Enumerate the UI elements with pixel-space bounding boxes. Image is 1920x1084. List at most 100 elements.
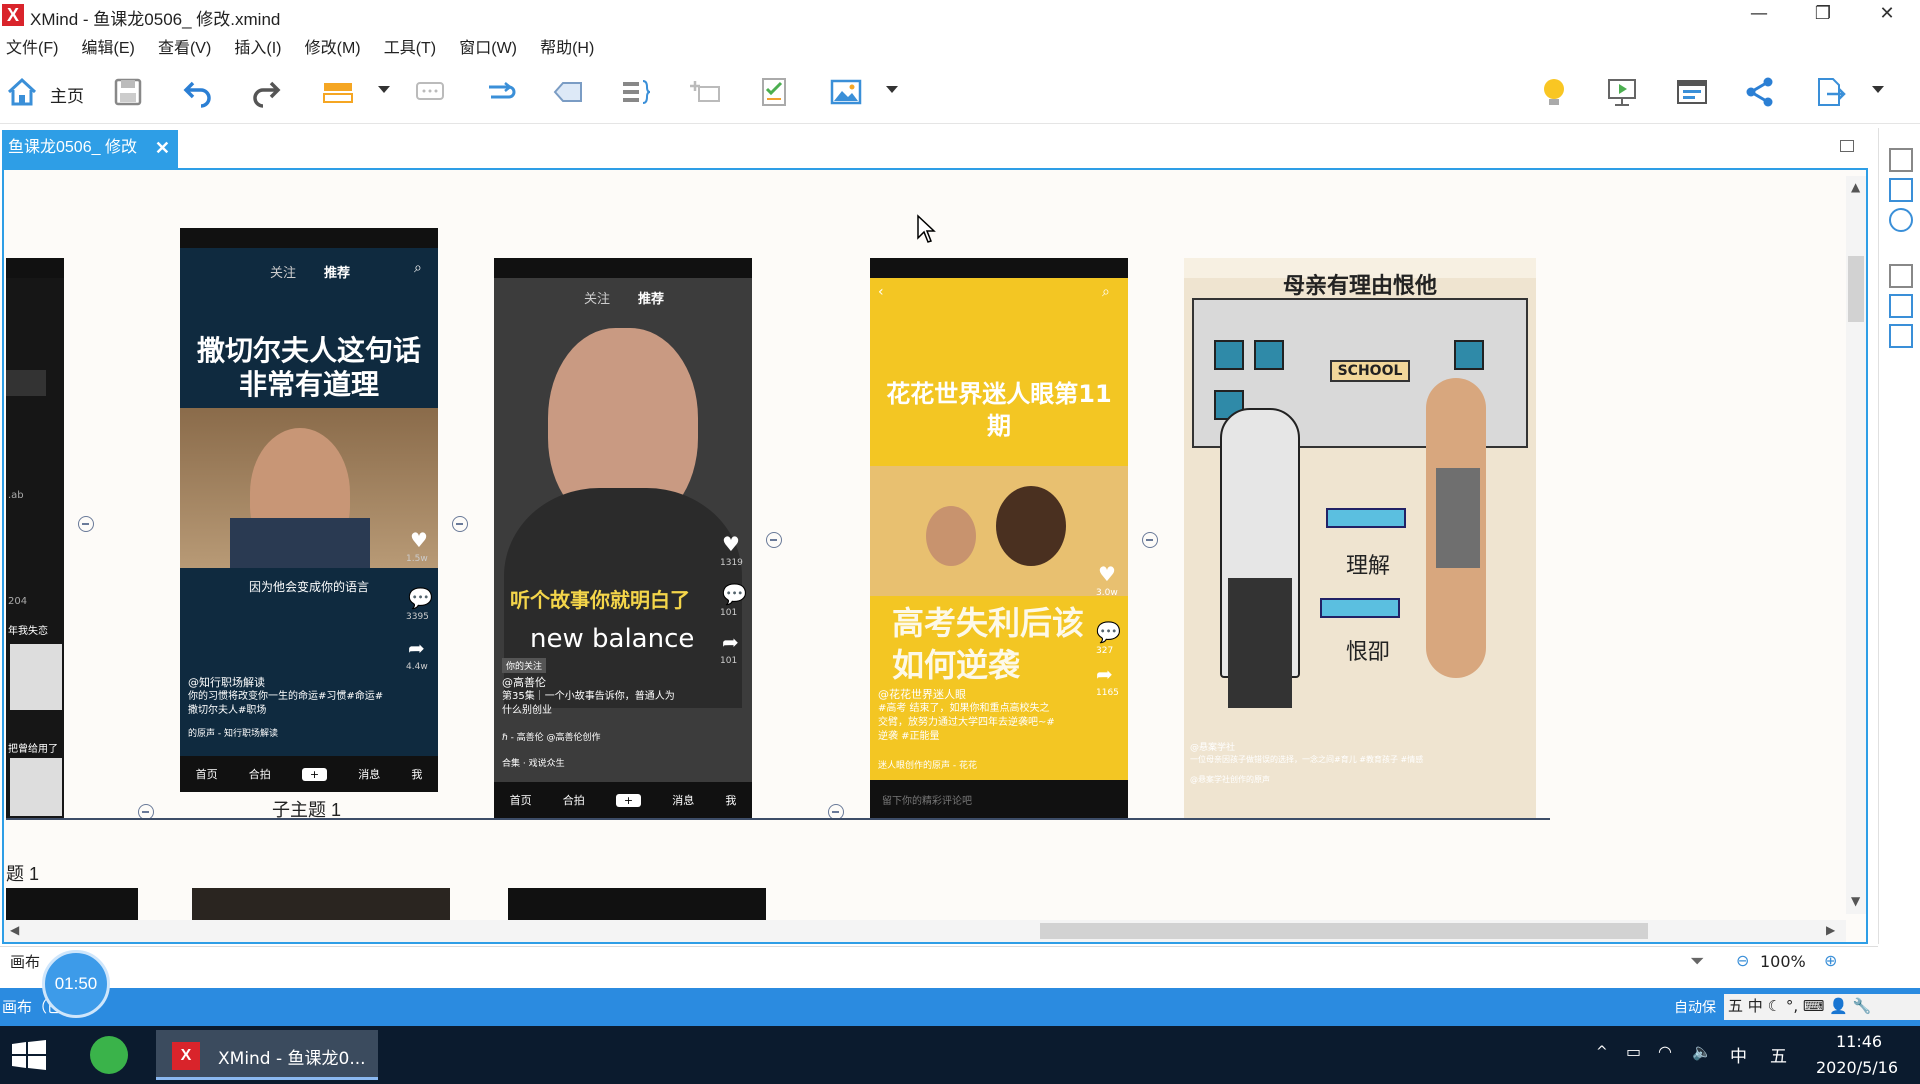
- boundary-icon[interactable]: [548, 72, 588, 112]
- share-arrow-icon[interactable]: ➦: [1096, 662, 1113, 686]
- horizontal-scrollbar[interactable]: ◀ ▶: [4, 920, 1846, 942]
- menu-insert[interactable]: 插入(I): [234, 32, 281, 58]
- zoom-level[interactable]: 100%: [1760, 952, 1806, 971]
- ime-punct-icon[interactable]: °,: [1786, 997, 1798, 1015]
- menu-window[interactable]: 窗口(W): [459, 32, 517, 58]
- clock-date[interactable]: 2020/5/16: [1816, 1058, 1898, 1077]
- image-icon[interactable]: [826, 72, 866, 112]
- ime-indicator[interactable]: 中: [1730, 1042, 1747, 1067]
- volume-icon[interactable]: 🔈: [1692, 1042, 1712, 1061]
- topic-icon[interactable]: [318, 72, 358, 112]
- outline-panel-icon[interactable]: [1889, 178, 1913, 202]
- ime-toolbar[interactable]: 五 中 ☾ °, ⌨ 👤 🔧: [1724, 994, 1920, 1020]
- relationship-icon[interactable]: [480, 72, 520, 112]
- redo-icon[interactable]: [246, 72, 286, 112]
- battery-icon[interactable]: ▭: [1626, 1042, 1641, 1061]
- nav-me[interactable]: 我: [725, 792, 736, 808]
- nav-duet[interactable]: 合拍: [249, 766, 271, 782]
- restore-button[interactable]: ❐: [1800, 0, 1846, 30]
- ime-moon-icon[interactable]: ☾: [1768, 997, 1781, 1015]
- windows-start-icon[interactable]: [12, 1040, 46, 1074]
- network-icon[interactable]: ◠: [1658, 1042, 1672, 1061]
- nav-messages[interactable]: 消息: [358, 766, 380, 782]
- nav-duet[interactable]: 合拍: [563, 792, 585, 808]
- scroll-left-icon[interactable]: ◀: [10, 923, 19, 937]
- maximize-editor-icon[interactable]: [1840, 140, 1854, 152]
- scroll-up-icon[interactable]: ▲: [1851, 180, 1860, 194]
- share-arrow-icon[interactable]: ➦: [408, 636, 425, 660]
- sheet-tab-canvas[interactable]: 画布: [10, 951, 40, 972]
- comment-icon[interactable]: 💬: [1096, 620, 1121, 644]
- scroll-right-icon[interactable]: ▶: [1826, 923, 1835, 937]
- scroll-down-icon[interactable]: ▼: [1851, 894, 1860, 908]
- ime-mode[interactable]: 五: [1728, 997, 1743, 1015]
- ime-settings-icon[interactable]: 🔧: [1853, 997, 1872, 1015]
- taskbar-xmind-button[interactable]: X XMind - 鱼课龙0...: [156, 1030, 378, 1080]
- close-button[interactable]: ✕: [1864, 0, 1910, 30]
- home-icon[interactable]: [2, 72, 42, 112]
- share-arrow-icon[interactable]: ➦: [722, 630, 739, 654]
- menu-view[interactable]: 查看(V): [158, 32, 211, 58]
- comment-bar[interactable]: 留下你的精彩评论吧: [870, 780, 1128, 818]
- collapse-button[interactable]: [452, 516, 468, 532]
- nav-add[interactable]: +: [615, 793, 642, 807]
- clock-time[interactable]: 11:46: [1836, 1032, 1882, 1051]
- menu-help[interactable]: 帮助(H): [540, 32, 594, 58]
- tray-expand-icon[interactable]: ^: [1596, 1044, 1608, 1060]
- filter-icon[interactable]: ⏷: [1690, 951, 1704, 972]
- home-label[interactable]: 主页: [50, 82, 84, 107]
- search-icon[interactable]: ⌕: [1102, 284, 1110, 300]
- menu-file[interactable]: 文件(F): [6, 32, 58, 58]
- export-icon[interactable]: [1810, 72, 1850, 112]
- vertical-scrollbar[interactable]: ▲ ▼: [1846, 176, 1866, 914]
- overview-zoom-icon[interactable]: [1889, 208, 1913, 232]
- nav-me[interactable]: 我: [411, 766, 422, 782]
- ime-wubi[interactable]: 五: [1770, 1042, 1787, 1067]
- task-icon[interactable]: [754, 72, 794, 112]
- properties-panel-icon[interactable]: [1889, 294, 1913, 318]
- styles-panel-icon[interactable]: [1889, 324, 1913, 348]
- panel-restore-icon[interactable]: [1889, 148, 1913, 172]
- phone-screenshot-2[interactable]: 关注 推荐 听个故事你就明白了 new balance 你的关注 @高善伦 第3…: [494, 258, 752, 818]
- phone-screenshot-1[interactable]: 关注 推荐 ⌕ 撒切尔夫人这句话非常有道理 因为他会变成你的语言 ♥ 1.5w …: [180, 228, 438, 792]
- scroll-thumb[interactable]: [1040, 923, 1648, 939]
- heart-icon[interactable]: ♥: [722, 532, 740, 556]
- scroll-thumb[interactable]: [1848, 256, 1864, 322]
- collapse-button[interactable]: [766, 532, 782, 548]
- zoom-in-icon[interactable]: ⊕: [1824, 951, 1837, 970]
- browser-icon[interactable]: [90, 1036, 128, 1074]
- presentation-icon[interactable]: [1602, 72, 1642, 112]
- ime-user-icon[interactable]: 👤: [1829, 997, 1848, 1015]
- mind-map-canvas[interactable]: .ab 204 年我失恋 把曾给用了 关注 推荐 ⌕ 撒切尔夫人这句话非常有道理…: [2, 168, 1868, 944]
- summary-icon[interactable]: [616, 72, 656, 112]
- nav-messages[interactable]: 消息: [672, 792, 694, 808]
- menu-edit[interactable]: 编辑(E): [82, 32, 135, 58]
- ime-lang[interactable]: 中: [1748, 997, 1763, 1015]
- phone-screenshot-4[interactable]: 母亲有理由恨他 SCHOOL 理解 恨卲 @悬案学社 一位母亲因孩子做错误的选择…: [1184, 258, 1536, 818]
- menu-modify[interactable]: 修改(M): [305, 32, 361, 58]
- branch-label[interactable]: 题 1: [6, 860, 39, 886]
- ime-keyboard-icon[interactable]: ⌨: [1803, 997, 1825, 1015]
- undo-icon[interactable]: [178, 72, 218, 112]
- zoom-out-icon[interactable]: ⊖: [1736, 951, 1749, 970]
- menu-tools[interactable]: 工具(T): [384, 32, 436, 58]
- tab-close-icon[interactable]: ✕: [155, 130, 170, 166]
- phone-screenshot-0[interactable]: .ab 204 年我失恋 把曾给用了: [6, 258, 64, 818]
- comment-icon[interactable]: 💬: [722, 582, 747, 606]
- collapse-button[interactable]: [1142, 532, 1158, 548]
- nav-home[interactable]: 首页: [510, 792, 532, 808]
- heart-icon[interactable]: ♥: [410, 528, 428, 552]
- collapse-button[interactable]: [78, 516, 94, 532]
- minimize-button[interactable]: —: [1736, 0, 1782, 30]
- back-icon[interactable]: ‹: [878, 284, 884, 300]
- idea-icon[interactable]: [1534, 72, 1574, 112]
- recording-timer[interactable]: 01:50: [42, 950, 110, 1018]
- panel-restore-icon-2[interactable]: [1889, 264, 1913, 288]
- comment-icon[interactable]: 💬: [408, 586, 433, 610]
- comment-icon[interactable]: [410, 72, 450, 112]
- export-dropdown-icon[interactable]: [1872, 86, 1884, 93]
- outliner-icon[interactable]: [1672, 72, 1712, 112]
- share-icon[interactable]: [1740, 72, 1780, 112]
- image-dropdown-icon[interactable]: [886, 86, 898, 93]
- tab-document[interactable]: 鱼课龙0506_ 修改 ✕: [2, 130, 178, 168]
